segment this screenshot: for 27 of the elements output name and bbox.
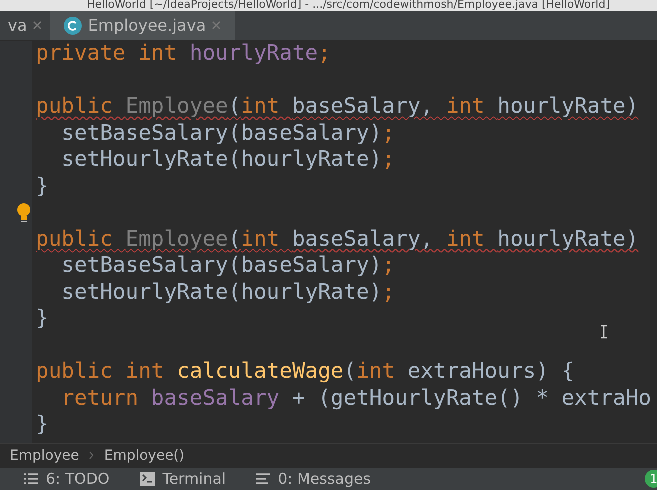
window-title: HelloWorld [~/IdeaProjects/HelloWorld] - .../src/com/codewithmosh/Employee.java [HelloWorld] xyxy=(87,0,610,9)
code-line: } xyxy=(35,174,49,200)
breadcrumb[interactable]: Employee() xyxy=(104,448,185,464)
file-tab[interactable]: Employee.java xyxy=(50,11,236,40)
file-tab[interactable]: va xyxy=(0,11,50,40)
text-cursor-icon xyxy=(600,325,608,339)
code-line: public Employee(int baseSalary, int hourlyRate) xyxy=(35,226,639,253)
code-line: public Employee(int baseSalary, int hourlyRate) xyxy=(35,94,639,120)
code-line: setHourlyRate(hourlyRate); xyxy=(60,147,396,174)
tool-window-button[interactable]: 0: Messages xyxy=(256,470,372,488)
notification-badge[interactable]: 1 xyxy=(645,470,657,488)
code-line: setHourlyRate(hourlyRate); xyxy=(60,280,396,306)
code-line: public int calculateWage(int extraHours) { xyxy=(35,359,575,386)
code-line: setBaseSalary(baseSalary); xyxy=(60,253,396,280)
code-line: setBaseSalary(baseSalary); xyxy=(60,120,396,147)
lightbulb-icon[interactable] xyxy=(16,203,32,224)
tool-window-button[interactable]: 6: TODO xyxy=(24,470,110,488)
list-icon xyxy=(24,473,38,485)
code-line: } xyxy=(35,412,49,438)
lines-icon xyxy=(256,473,270,485)
tool-window-button[interactable]: Terminal xyxy=(140,470,226,488)
code-line: } xyxy=(35,306,49,332)
terminal-icon xyxy=(140,472,155,486)
breadcrumb[interactable]: Employee xyxy=(10,448,80,464)
code-line: private int hourlyRate; xyxy=(35,41,331,68)
code-line: return baseSalary + (getHourlyRate() * extraHo xyxy=(60,386,652,412)
class-c-icon xyxy=(64,16,82,34)
